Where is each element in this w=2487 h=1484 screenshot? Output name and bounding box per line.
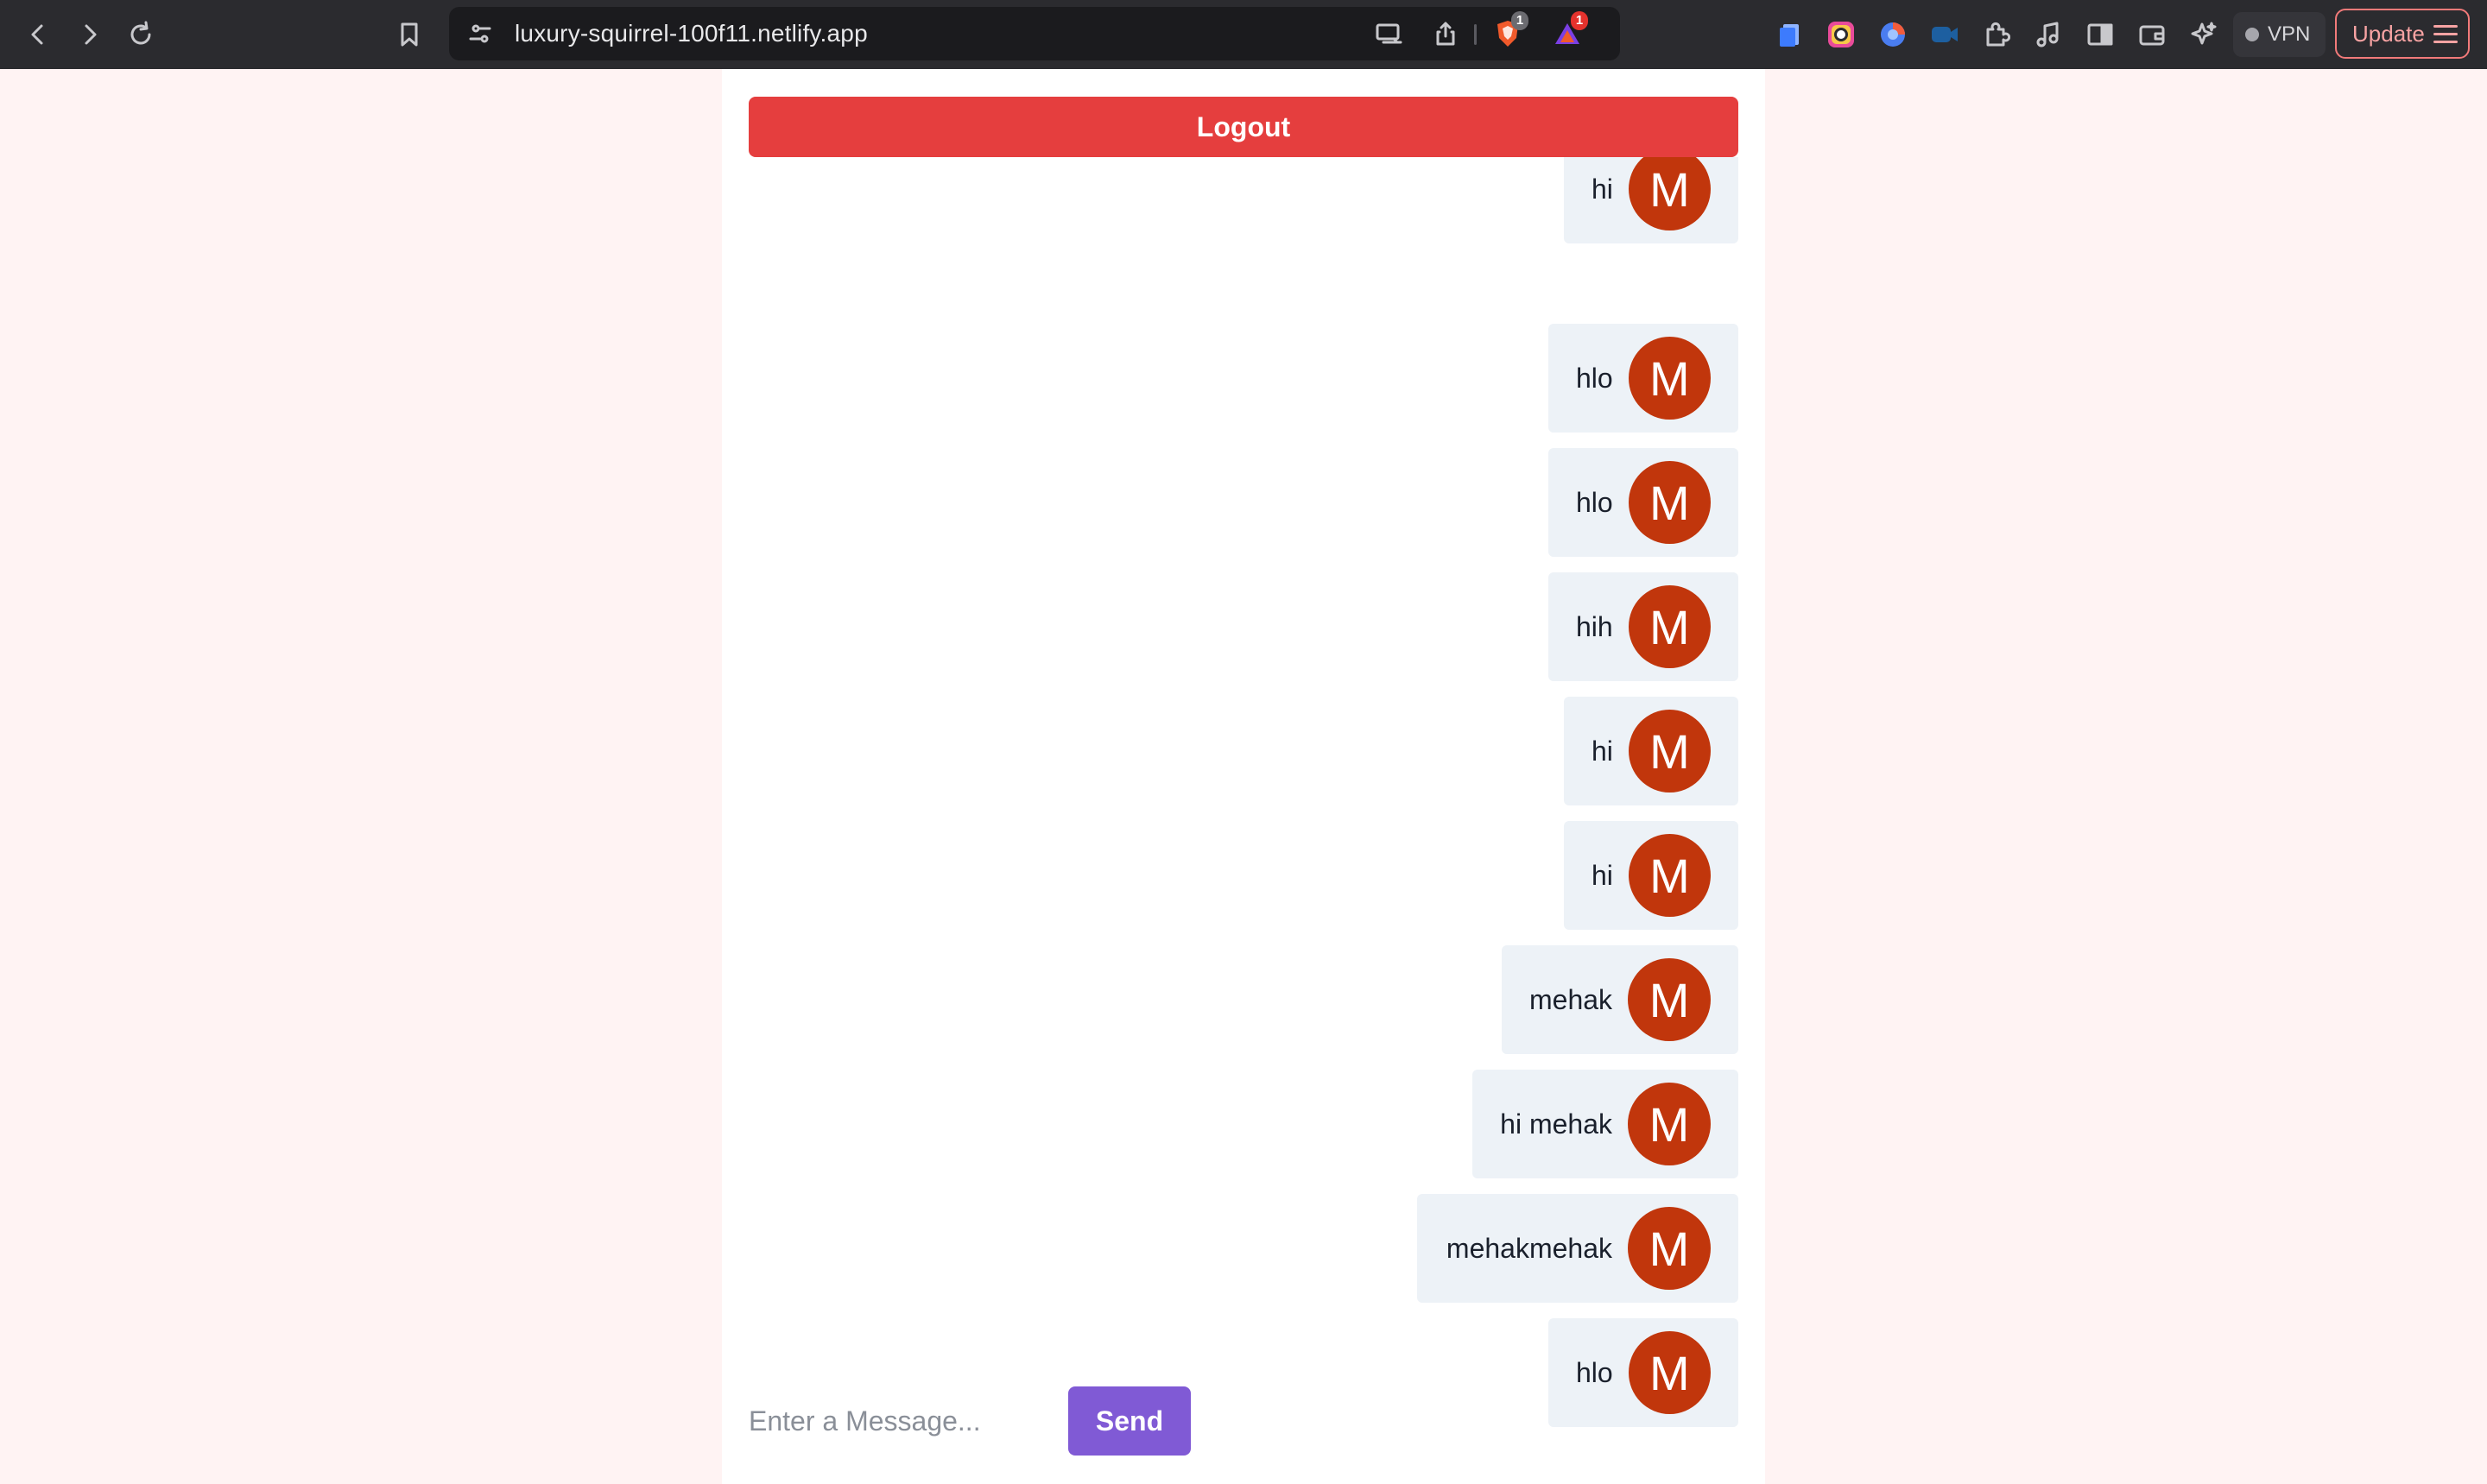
message-bubble: mehakmehak M	[1417, 1194, 1738, 1303]
message-text: mehak	[1529, 983, 1613, 1015]
user-avatar: M	[1628, 710, 1711, 793]
message-bubble: hi mehak M	[1472, 1070, 1738, 1178]
message-bubble: hi M	[1564, 157, 1738, 243]
message-bubble: hlo M	[1548, 448, 1738, 557]
color-picker-extension-icon[interactable]	[1822, 16, 1860, 54]
address-bar[interactable]: luxury-squirrel-100f11.netlify.app 1 1	[449, 7, 1620, 60]
logout-button[interactable]: Logout	[749, 97, 1738, 157]
message-composer: Send	[749, 1386, 1738, 1456]
message-text: hi mehak	[1500, 1108, 1612, 1140]
message-bubble: mehak M	[1502, 945, 1738, 1054]
user-avatar: M	[1628, 337, 1711, 420]
shield-count-badge: 1	[1511, 11, 1528, 30]
brave-rewards-icon[interactable]: 1	[1548, 11, 1588, 53]
reload-icon[interactable]	[122, 16, 160, 54]
hamburger-menu-icon	[2433, 24, 2458, 43]
message-bubble: hi M	[1564, 821, 1738, 930]
message-text: hih	[1576, 610, 1613, 642]
cast-icon[interactable]	[1370, 15, 1408, 53]
message-text: hi	[1592, 735, 1613, 767]
message-text: hlo	[1576, 1356, 1613, 1388]
vpn-status-icon	[2245, 28, 2259, 41]
message-bubble: hih M	[1548, 572, 1738, 681]
user-avatar: M	[1628, 461, 1711, 544]
message-text: hlo	[1576, 486, 1613, 518]
forward-icon[interactable]	[71, 16, 109, 54]
user-avatar: M	[1628, 1207, 1711, 1290]
user-avatar: M	[1628, 1083, 1711, 1165]
site-settings-icon[interactable]	[461, 15, 499, 53]
chat-panel: Logout hi M hlo M hlo M hih M hi M hi M …	[722, 69, 1765, 1484]
sidebar-toggle-icon[interactable]	[2081, 16, 2119, 54]
wallet-icon[interactable]	[2133, 16, 2171, 54]
leo-ai-icon[interactable]	[2185, 16, 2223, 54]
user-avatar: M	[1628, 157, 1711, 230]
message-text: mehakmehak	[1446, 1232, 1612, 1264]
user-avatar: M	[1628, 585, 1711, 668]
update-button[interactable]: Update	[2335, 9, 2470, 59]
browser-toolbar: luxury-squirrel-100f11.netlify.app 1 1 V…	[0, 0, 2487, 69]
vpn-button[interactable]: VPN	[2233, 12, 2326, 57]
message-bubble: hlo M	[1548, 324, 1738, 433]
message-input[interactable]	[749, 1386, 1042, 1456]
brave-shield-icon[interactable]: 1	[1489, 11, 1528, 53]
rewards-count-badge: 1	[1571, 11, 1588, 30]
notes-extension-icon[interactable]	[1770, 16, 1808, 54]
message-text: hi	[1592, 859, 1613, 891]
toolbar-divider	[1474, 24, 1477, 45]
extensions-puzzle-icon[interactable]	[1978, 16, 2016, 54]
send-button[interactable]: Send	[1068, 1386, 1191, 1456]
message-bubble: hi M	[1564, 697, 1738, 805]
media-music-icon[interactable]	[2029, 16, 2067, 54]
vpn-label: VPN	[2268, 22, 2311, 46]
share-icon[interactable]	[1427, 15, 1465, 53]
user-avatar: M	[1628, 834, 1711, 917]
url-text[interactable]: luxury-squirrel-100f11.netlify.app	[515, 7, 868, 60]
back-icon[interactable]	[19, 16, 57, 54]
message-text: hi	[1592, 173, 1613, 205]
browser-extension-globe-icon[interactable]	[1874, 16, 1912, 54]
bookmark-icon[interactable]	[390, 16, 428, 54]
user-avatar: M	[1628, 958, 1711, 1041]
message-list[interactable]: hi M hlo M hlo M hih M hi M hi M mehak M…	[749, 157, 1738, 1435]
message-text: hlo	[1576, 362, 1613, 394]
video-extension-icon[interactable]	[1926, 16, 1964, 54]
update-label: Update	[2352, 20, 2425, 47]
